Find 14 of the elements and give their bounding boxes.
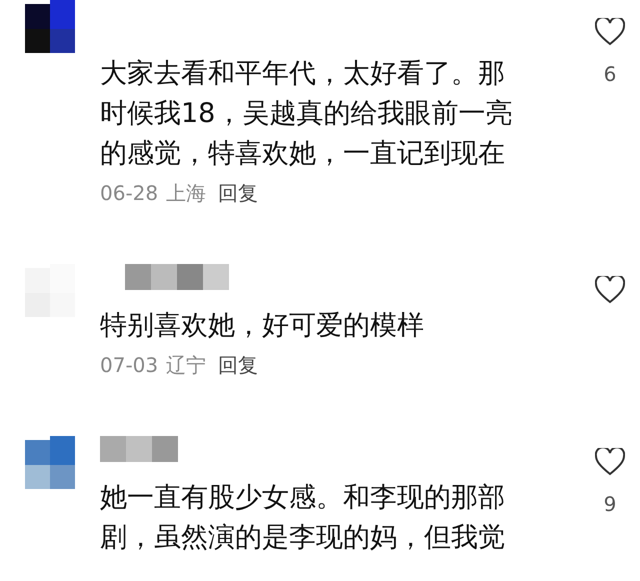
comment-text: 大家去看和平年代，太好看了。那时候我18，吴越真的给我眼前一亮的感觉，特喜欢她，一直记到现在 [100, 57, 514, 171]
heart-icon[interactable] [595, 448, 625, 476]
comment-location: 辽宁 [166, 352, 206, 379]
like-count: 9 [604, 492, 616, 516]
heart-icon[interactable] [595, 276, 625, 304]
reply-link[interactable]: 回复 [218, 350, 258, 380]
comment-text: 她一直有股少女感。和李现的那部剧，虽然演的是李现的妈，但我觉 [100, 481, 506, 555]
reply-link[interactable]: 回复 [218, 178, 258, 208]
comment-location: 上海 [166, 180, 206, 207]
comment-text: 特别喜欢她，好可爱的模样 [100, 309, 425, 343]
comment-date: 07-03 [100, 352, 158, 379]
like-count: 6 [604, 62, 616, 86]
heart-icon[interactable] [595, 18, 625, 46]
comment-date: 06-28 [100, 180, 158, 207]
